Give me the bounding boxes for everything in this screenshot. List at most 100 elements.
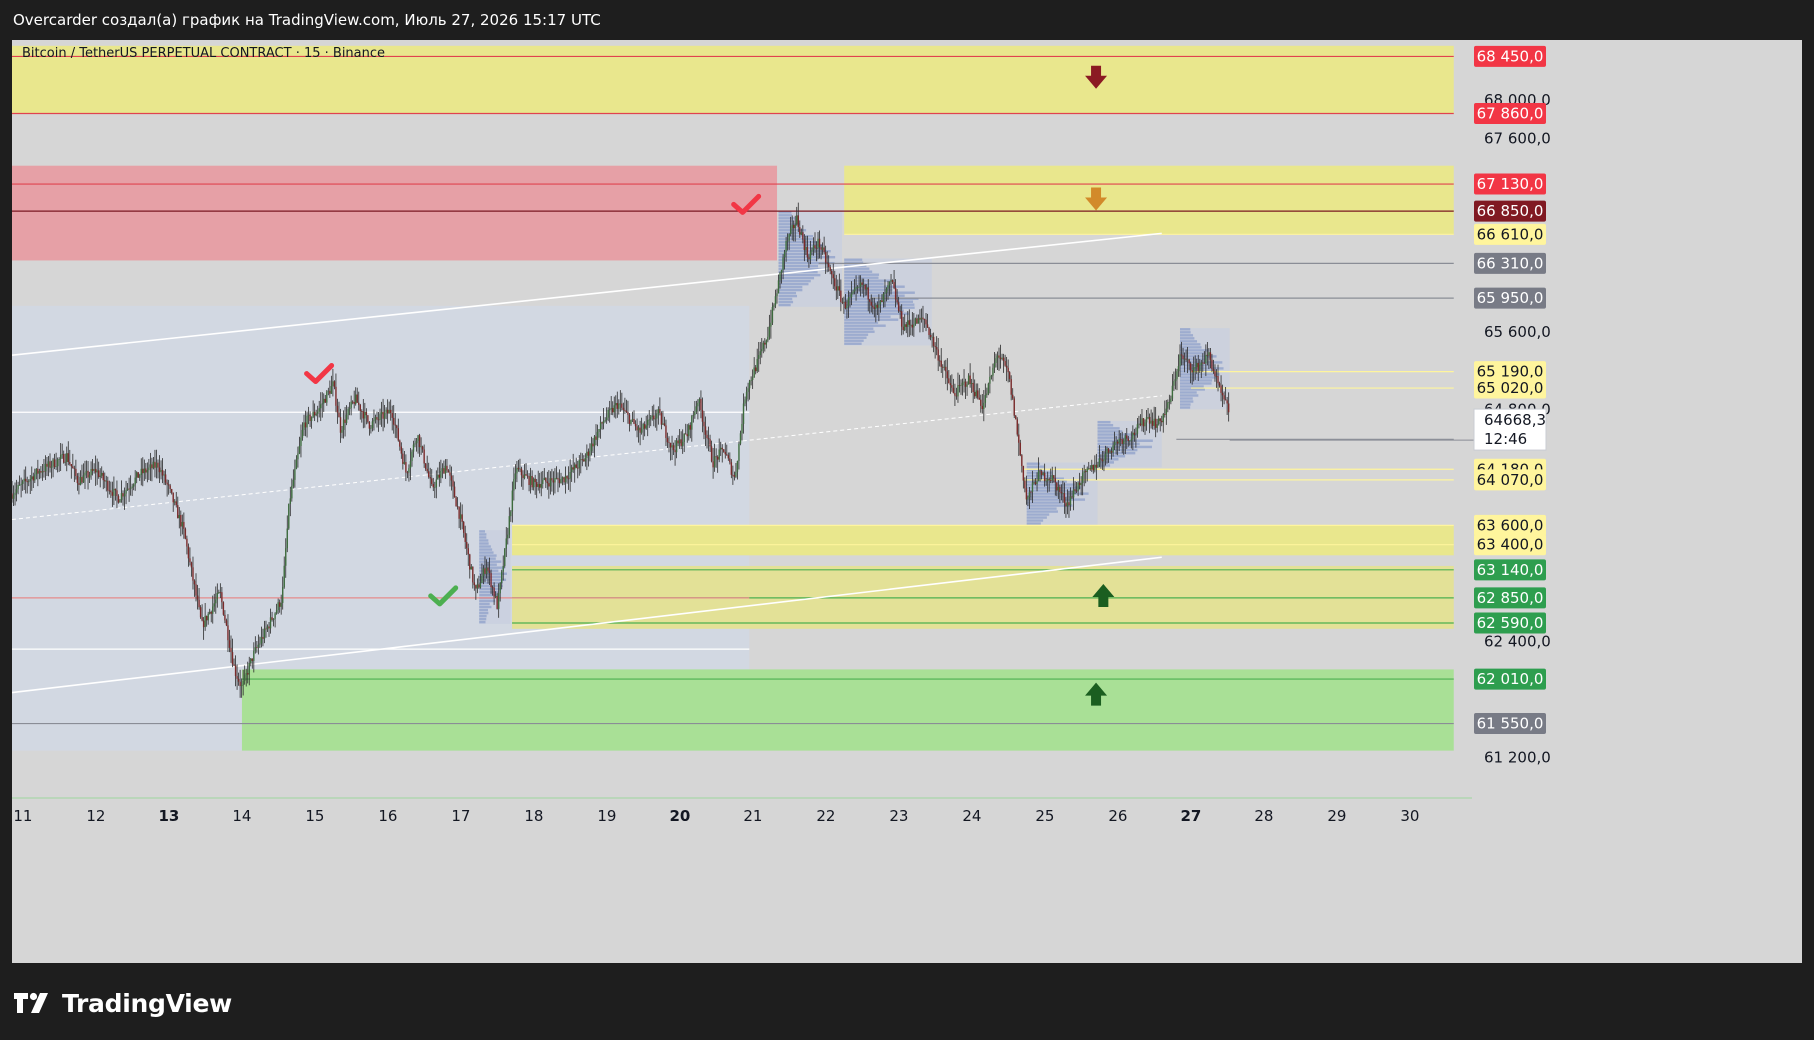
volume-profile-bar bbox=[844, 321, 879, 324]
candle-body bbox=[718, 449, 720, 460]
candle-body bbox=[32, 476, 34, 481]
candle-body bbox=[456, 506, 459, 508]
candle-body bbox=[1196, 362, 1198, 368]
candle-body bbox=[490, 573, 492, 588]
candle-body bbox=[952, 387, 955, 393]
candle-body bbox=[388, 409, 390, 414]
candle-body bbox=[41, 471, 44, 473]
volume-profile-bar bbox=[1180, 403, 1191, 406]
candle-body bbox=[1062, 493, 1064, 494]
candle-body bbox=[855, 287, 857, 289]
candle-body bbox=[459, 514, 462, 519]
candle-body bbox=[659, 409, 661, 413]
candle-body bbox=[464, 532, 466, 542]
candle-body bbox=[485, 567, 488, 574]
candle-body bbox=[777, 280, 780, 294]
candle-body bbox=[432, 483, 434, 488]
price-tag-label: 62 010,0 bbox=[1477, 670, 1544, 688]
candle-body bbox=[604, 420, 606, 422]
price-tick-label: 61 200,0 bbox=[1484, 748, 1551, 766]
candle-body bbox=[128, 488, 130, 490]
candle-body bbox=[566, 475, 568, 479]
candle-body bbox=[672, 445, 675, 451]
candle-body bbox=[552, 480, 555, 483]
candle-body bbox=[1078, 482, 1081, 486]
candle-body bbox=[479, 582, 482, 588]
candle-body bbox=[262, 637, 264, 639]
candle-body bbox=[948, 378, 950, 384]
candle-body bbox=[353, 401, 355, 404]
candle-body bbox=[1176, 371, 1178, 380]
candle-body bbox=[26, 481, 28, 483]
candle-body bbox=[275, 610, 278, 614]
candle-body bbox=[783, 252, 786, 258]
candle-body bbox=[139, 475, 141, 478]
candle-body bbox=[535, 482, 538, 487]
candle-body bbox=[529, 475, 532, 486]
candle-body bbox=[428, 471, 430, 477]
candle-body bbox=[768, 326, 771, 337]
volume-profile-bar bbox=[844, 315, 891, 318]
candle-body bbox=[301, 429, 304, 438]
candle-body bbox=[470, 566, 472, 570]
price-chart[interactable]: Bitcoin / TetherUS PERPETUAL CONTRACT · … bbox=[12, 40, 1802, 963]
time-tick-label: 19 bbox=[597, 807, 616, 825]
candle-body bbox=[1077, 482, 1079, 492]
candle-body bbox=[174, 501, 176, 503]
candle-body bbox=[405, 462, 407, 473]
candle-body bbox=[1031, 482, 1034, 492]
footer-brand[interactable]: TradingView bbox=[14, 983, 232, 1023]
price-tag: 61 550,0 bbox=[1474, 713, 1546, 735]
candle-body bbox=[1004, 360, 1006, 366]
candle-body bbox=[862, 284, 865, 286]
candle-body bbox=[910, 324, 912, 326]
candle-body bbox=[371, 421, 374, 429]
candle-body bbox=[767, 336, 769, 341]
candle-body bbox=[1048, 479, 1050, 481]
candle-body bbox=[1097, 464, 1099, 468]
candle-body bbox=[1118, 438, 1120, 444]
volume-profile-bar bbox=[1180, 397, 1193, 400]
candle-body bbox=[560, 479, 562, 484]
candle-body bbox=[1015, 415, 1017, 420]
candle-body bbox=[487, 567, 489, 571]
candle-body bbox=[564, 475, 567, 483]
candle-body bbox=[545, 477, 547, 482]
candle-body bbox=[540, 483, 542, 488]
candle-body bbox=[289, 498, 292, 504]
candle-body bbox=[397, 428, 399, 441]
candle-body bbox=[330, 386, 333, 394]
volume-profile-bar bbox=[844, 270, 873, 273]
candle-body bbox=[820, 247, 822, 250]
candle-body bbox=[867, 287, 869, 300]
time-tick-label: 16 bbox=[378, 807, 397, 825]
candle-body bbox=[1158, 418, 1160, 425]
candle-body bbox=[344, 419, 346, 423]
candle-body bbox=[1220, 385, 1222, 393]
candle-body bbox=[593, 436, 596, 447]
candle-body bbox=[201, 617, 203, 621]
volume-profile-bar bbox=[778, 226, 798, 229]
candle-body bbox=[570, 467, 573, 472]
candle-body bbox=[309, 414, 311, 422]
candle-body bbox=[685, 433, 687, 435]
candle-body bbox=[1221, 392, 1224, 396]
candle-body bbox=[916, 318, 918, 324]
volume-profile-bar bbox=[778, 235, 814, 238]
volume-profile-bar bbox=[1180, 385, 1204, 388]
volume-profile-bar bbox=[844, 330, 875, 333]
candle-body bbox=[20, 483, 22, 485]
candle-body bbox=[1060, 491, 1063, 494]
candle-body bbox=[1103, 459, 1105, 462]
price-tag: 67 860,0 bbox=[1474, 102, 1546, 124]
volume-profile-bar bbox=[844, 273, 880, 276]
candle-body bbox=[861, 282, 863, 285]
candle-body bbox=[312, 411, 314, 417]
candle-body bbox=[120, 493, 123, 501]
candle-body bbox=[1141, 418, 1143, 426]
candle-body bbox=[199, 607, 202, 618]
candle-body bbox=[1057, 486, 1060, 491]
candle-body bbox=[534, 478, 536, 483]
candle-body bbox=[367, 415, 369, 422]
candle-body bbox=[31, 476, 33, 480]
